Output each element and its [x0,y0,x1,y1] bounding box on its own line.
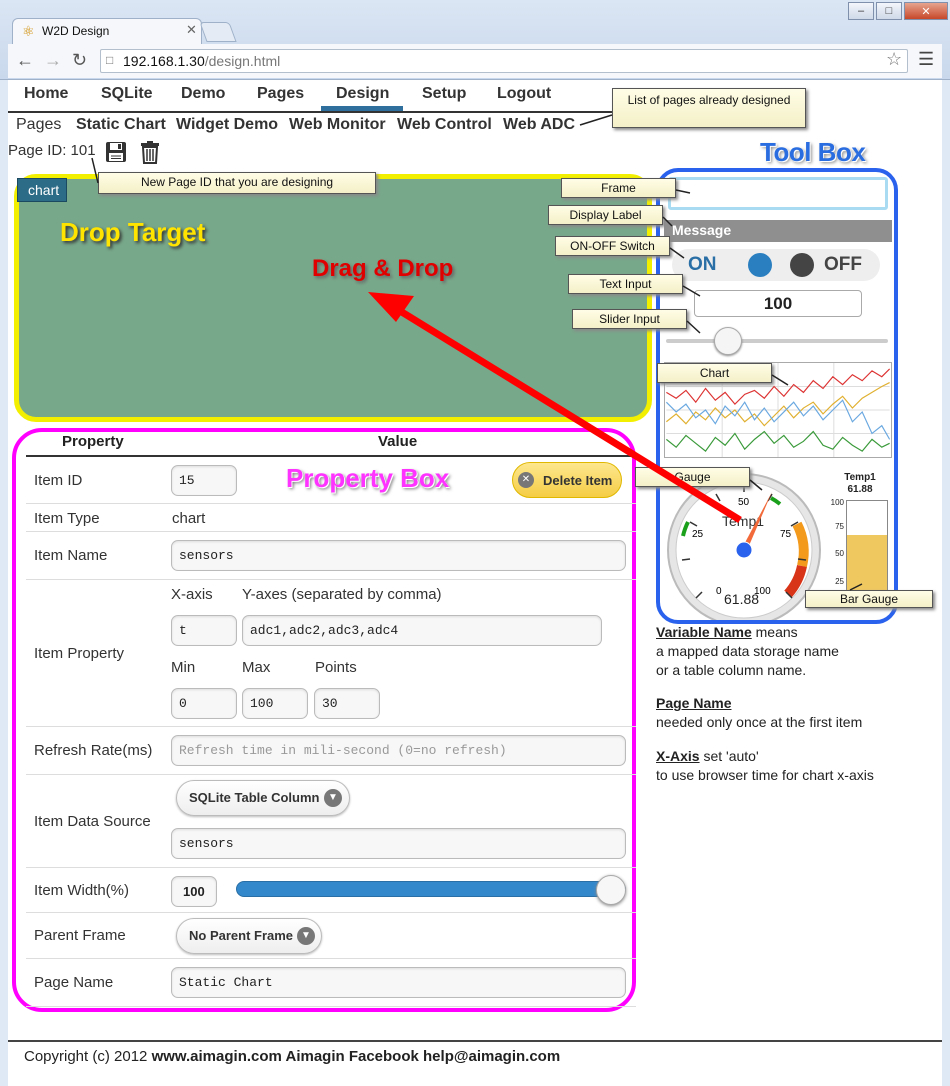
chevron-down-icon: ▼ [297,927,315,945]
row-divider [26,1006,636,1007]
data-source-input[interactable]: sensors [171,828,626,859]
drag-arrow [390,303,742,523]
callout-pointer [579,114,613,126]
item-width-slider[interactable] [236,881,626,897]
refresh-rate-label: Refresh Rate(ms) [34,742,153,759]
parent-frame-select-value: No Parent Frame [189,928,294,943]
row-divider [26,958,636,959]
help-xaxis: X-Axis set 'auto' to use browser time fo… [656,747,874,785]
help-text: set 'auto' [699,748,759,764]
page-name-input[interactable]: Static Chart [171,967,626,998]
footer-email-link[interactable]: help@aimagin.com [423,1048,560,1065]
callout-pointer [849,583,863,591]
help-text: needed only once at the first item [656,714,863,730]
refresh-rate-input[interactable]: Refresh time in mili-second (0=no refres… [171,735,626,766]
page-name-label: Page Name [34,974,114,991]
callout-pointer [669,247,685,259]
callout-pointer [675,189,691,194]
annotation-overlay [91,114,863,591]
footer-facebook-link[interactable]: Aimagin Facebook [282,1048,423,1065]
parent-frame-label: Parent Frame [34,927,126,944]
row-divider [26,726,636,727]
row-divider [26,774,636,775]
callout-pointer [771,374,789,386]
callout-pointer [91,157,99,184]
help-text: to use browser time for chart x-axis [656,767,874,783]
item-width-label: Item Width(%) [34,882,130,899]
row-divider [26,912,636,913]
help-xaxis-term: X-Axis [656,748,700,764]
data-source-select-value: SQLite Table Column [189,790,320,805]
chevron-down-icon: ▼ [324,789,342,807]
footer-divider [8,1040,942,1042]
callout-pointer [749,479,763,491]
data-source-label: Item Data Source [34,813,151,830]
callout-pointer [686,320,701,334]
callout-pointer [662,216,673,227]
footer-copyright: Copyright (c) 2012 [24,1048,152,1065]
item-width-slider-handle[interactable] [596,875,626,905]
footer-site-link[interactable]: www.aimagin.com [152,1048,282,1065]
footer: Copyright (c) 2012 www.aimagin.com Aimag… [24,1048,560,1065]
item-width-input[interactable]: 100 [171,876,217,907]
callout-pointer [682,285,701,297]
row-divider [26,867,636,868]
